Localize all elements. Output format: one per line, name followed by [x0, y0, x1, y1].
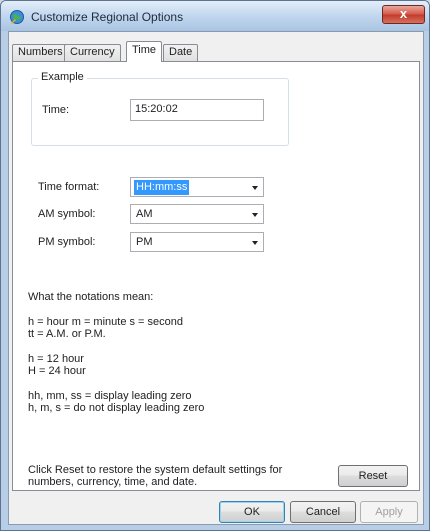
notation-line: hh, mm, ss = display leading zero	[28, 390, 192, 402]
apply-button[interactable]: Apply	[360, 501, 418, 523]
window-title: Customize Regional Options	[31, 10, 184, 24]
chevron-down-icon[interactable]	[252, 213, 258, 217]
am-symbol-value: AM	[136, 208, 153, 220]
chevron-down-icon[interactable]	[252, 241, 258, 245]
reset-button[interactable]: Reset	[338, 465, 408, 487]
reset-description-line: Click Reset to restore the system defaul…	[28, 464, 283, 476]
dialog-client-area: Numbers Currency Time Date Example Time:…	[8, 31, 424, 525]
chevron-down-icon[interactable]	[252, 186, 258, 190]
example-legend: Example	[38, 71, 87, 83]
tab-currency[interactable]: Currency	[64, 44, 121, 61]
notations-heading: What the notations mean:	[28, 291, 154, 303]
close-button[interactable]: x	[382, 5, 425, 24]
example-time-display: 15:20:02	[130, 99, 264, 121]
notation-line: h = 12 hour	[28, 353, 84, 365]
time-tab-panel: Example Time: 15:20:02 Time format: HH:m…	[12, 61, 420, 491]
title-bar[interactable]: Customize Regional Options x	[1, 1, 429, 31]
ok-button[interactable]: OK	[219, 501, 285, 523]
example-groupbox: Example Time: 15:20:02	[31, 71, 289, 146]
dialog-window: Customize Regional Options x Numbers Cur…	[0, 0, 430, 531]
am-symbol-combo[interactable]: AM	[130, 204, 264, 224]
close-icon: x	[399, 6, 408, 21]
tab-numbers[interactable]: Numbers	[12, 44, 69, 61]
time-format-value: HH:mm:ss	[134, 180, 190, 195]
notation-line: h = hour m = minute s = second	[28, 316, 184, 328]
pm-symbol-combo[interactable]: PM	[130, 232, 264, 252]
example-time-label: Time:	[42, 104, 70, 116]
cancel-button[interactable]: Cancel	[290, 501, 356, 523]
notation-line: tt = A.M. or P.M.	[28, 328, 106, 340]
pm-symbol-label: PM symbol:	[38, 236, 96, 248]
time-format-combo[interactable]: HH:mm:ss	[130, 177, 264, 197]
tab-time[interactable]: Time	[126, 41, 163, 62]
regional-globe-icon	[10, 10, 24, 24]
notation-line: h, m, s = do not display leading zero	[28, 402, 205, 414]
reset-description-line: numbers, currency, time, and date.	[28, 476, 198, 488]
pm-symbol-value: PM	[136, 236, 153, 248]
time-format-label: Time format:	[38, 181, 100, 193]
tab-date[interactable]: Date	[163, 44, 199, 61]
am-symbol-label: AM symbol:	[38, 208, 96, 220]
notation-line: H = 24 hour	[28, 365, 86, 377]
